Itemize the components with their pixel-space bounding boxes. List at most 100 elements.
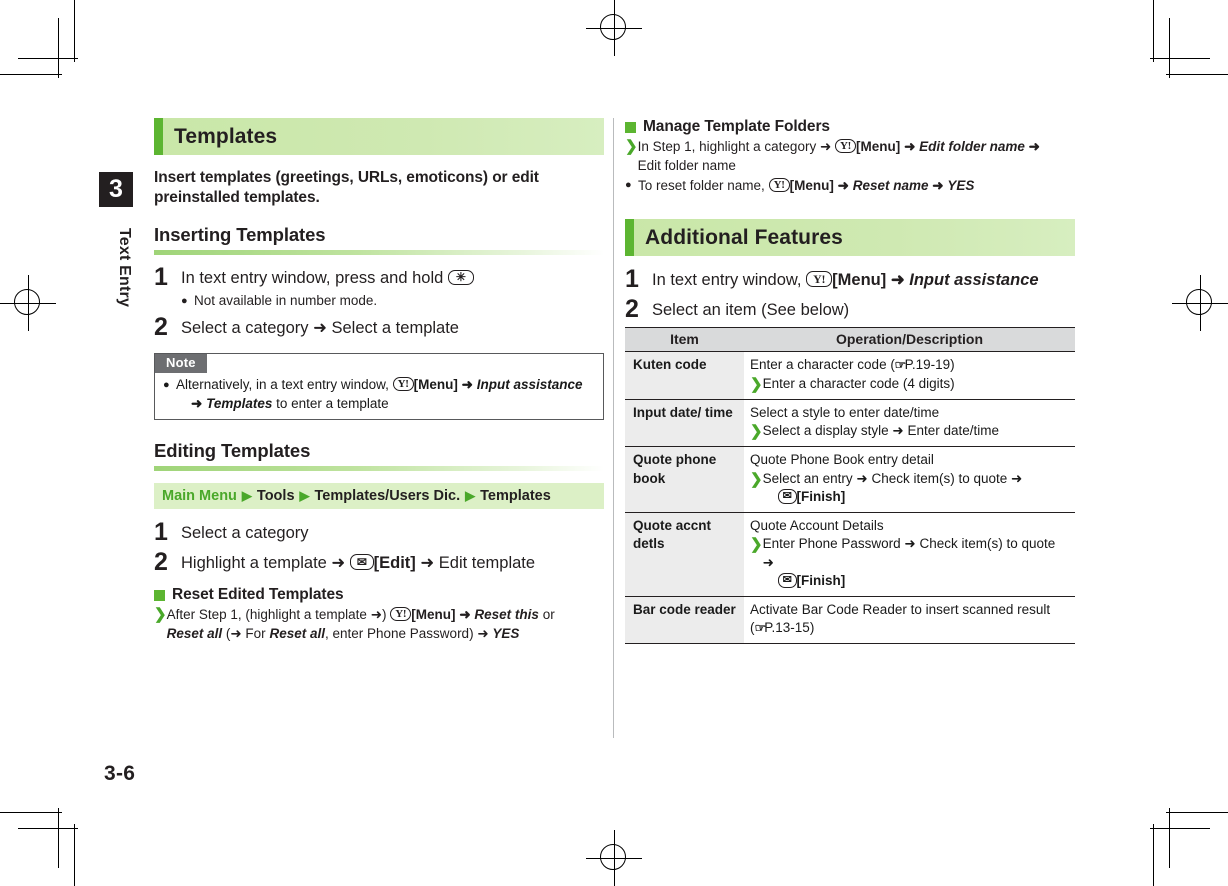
page-number: 3-6 <box>104 762 136 785</box>
table-cell-item: Quote accnt detls <box>625 512 744 597</box>
desc-line2: Enter a character code (4 digits) <box>762 375 955 391</box>
bullet-icon: ● <box>181 295 188 307</box>
note-line2-b: to enter a template <box>276 395 389 411</box>
finish-softkey-label: [Finish] <box>796 573 846 588</box>
additional-features-table: Item Operation/Description Kuten code En… <box>625 327 1075 644</box>
arrow-icon: ➜ <box>191 395 203 411</box>
chevron-marker-icon: ❯ <box>750 470 763 488</box>
chevron-marker-icon: ❯ <box>750 375 763 393</box>
reference-icon: ☞ <box>894 358 906 372</box>
section-lead-text: Insert templates (greetings, URLs, emoti… <box>154 169 539 206</box>
table-cell-desc: Quote Account Details ❯ Enter Phone Pass… <box>744 512 1075 597</box>
table-row: Input date/ time Select a style to enter… <box>625 399 1075 447</box>
step-number: 2 <box>154 548 168 576</box>
desc-line1: Quote Account Details <box>750 517 884 533</box>
step-subnote-text: Not available in number mode. <box>194 293 378 308</box>
table-header-row: Item Operation/Description <box>625 327 1075 352</box>
registration-mark-top <box>586 0 642 56</box>
menu-path-root: Main Menu <box>162 488 237 504</box>
subheading-label: Reset Edited Templates <box>172 586 344 603</box>
note-box: Note ● Alternatively, in a text entry wi… <box>154 353 604 420</box>
yahoo-menu-key-icon: Y! <box>390 607 412 621</box>
table-cell-item: Kuten code <box>625 351 744 400</box>
section-title: Templates <box>174 124 278 148</box>
bullet-icon: ● <box>163 379 170 391</box>
note-text: Alternatively, in a text entry window, Y… <box>176 376 595 413</box>
mail-key-icon: ✉ <box>777 573 797 588</box>
subheading-label: Manage Template Folders <box>643 118 830 135</box>
reset-name-option: Reset name <box>852 178 929 193</box>
section-header-additional-features: Additional Features <box>625 219 1075 256</box>
yahoo-menu-key-icon: Y! <box>392 377 414 391</box>
right-column: Manage Template Folders ❯ In Step 1, hig… <box>625 118 1075 644</box>
heading-rule <box>154 466 604 471</box>
yahoo-menu-key-icon: Y! <box>768 178 790 192</box>
step-number: 2 <box>154 313 168 341</box>
note-input-assistance: Input assistance <box>476 377 583 392</box>
step-text-a: Highlight a template ➜ <box>181 554 346 572</box>
table-row: Kuten code Enter a character code (☞P.19… <box>625 351 1075 400</box>
desc-line2-wrap: Enter Phone Password ➜ Check item(s) to … <box>763 535 1069 591</box>
desc-line2: Select an entry ➜ Check item(s) to quote… <box>762 470 1023 486</box>
menu-path-segment-1: Templates/Users Dic. <box>314 488 461 504</box>
section-title: Additional Features <box>645 225 843 249</box>
desc-line1-end: ) <box>950 357 955 372</box>
chevron-marker-icon: ❯ <box>154 606 167 623</box>
input-assistance-option: Input assistance <box>909 271 1039 289</box>
step-text-label: In text entry window, press and hold <box>181 269 444 287</box>
reset-all-option: Reset all <box>166 626 223 641</box>
arrow-icon: ➜ <box>837 178 849 193</box>
manage-folders-procedure: ❯ In Step 1, highlight a category ➜ Y! [M… <box>625 137 1075 175</box>
finish-softkey-label: [Finish] <box>796 489 846 504</box>
reset-line2-b: (➜ For <box>225 626 266 641</box>
arrow-icon: ➜ <box>459 607 471 622</box>
step-1-editing: 1 Select a category <box>154 518 604 546</box>
reset-all-option-2: Reset all <box>269 626 325 641</box>
edit-softkey-label: [Edit] <box>373 554 416 572</box>
desc-line2-wrap: Select an entry ➜ Check item(s) to quote… <box>762 470 1023 507</box>
table-header-item: Item <box>625 327 744 352</box>
manage-folders-note-text: To reset folder name, Y! [Menu] ➜ Reset n… <box>638 176 974 195</box>
green-square-icon <box>154 589 165 601</box>
note-body: ● Alternatively, in a text entry window,… <box>155 373 603 413</box>
desc-line1: Select a style to enter date/time <box>750 404 940 420</box>
arrow-icon: ➜ <box>890 271 905 289</box>
af-step1-a: In text entry window, <box>652 271 802 289</box>
chevron-marker-icon: ❯ <box>750 536 763 553</box>
green-square-icon <box>625 121 636 133</box>
chapter-label: Text Entry <box>116 228 133 308</box>
note-line1-a: Alternatively, in a text entry window, <box>176 377 389 392</box>
subheading-reset-edited-templates: Reset Edited Templates <box>154 586 604 604</box>
step-text: Select an item (See below) <box>652 301 850 319</box>
table-cell-desc: Activate Bar Code Reader to insert scann… <box>744 596 1075 644</box>
table-cell-item: Bar code reader <box>625 596 744 644</box>
chevron-marker-icon: ❯ <box>750 423 763 440</box>
page-reference: P.13-15 <box>764 620 810 635</box>
reset-line1-a: After Step 1, (highlight a template ➜) <box>166 607 387 622</box>
subsection-heading-inserting: Inserting Templates <box>154 224 326 245</box>
yes-option: YES <box>492 626 520 641</box>
step-text: In text entry window, press and hold ✳ <box>181 267 474 290</box>
menu-softkey-label: [Menu] <box>411 607 456 622</box>
desc-line2: Select a display style ➜ Enter date/time <box>762 423 999 438</box>
manage-folders-text: In Step 1, highlight a category ➜ Y! [Men… <box>638 137 1040 175</box>
step-2-inserting: 2 Select a category ➜ Select a template <box>154 313 604 341</box>
menu-path-segment-2: Templates <box>480 488 551 504</box>
step-text: Select a category <box>181 524 309 542</box>
mail-key-icon: ✉ <box>777 489 797 504</box>
registration-mark-right <box>1172 275 1228 331</box>
desc-line1: Quote Phone Book entry detail <box>750 452 934 467</box>
reference-icon: ☞ <box>754 621 766 635</box>
mf-line2: Edit folder name <box>637 158 736 173</box>
arrow-icon: ➜ <box>904 139 916 154</box>
desc-line2-b: ) <box>809 620 815 635</box>
step-1-additional: 1 In text entry window, Y! [Menu] ➜ Input… <box>625 267 1075 292</box>
step-text-c: ➜ Edit template <box>420 554 536 572</box>
step-number: 1 <box>154 518 168 546</box>
reset-procedure-text: After Step 1, (highlight a template ➜) Y… <box>167 605 555 643</box>
column-divider <box>613 118 615 738</box>
mail-key-icon: ✉ <box>349 554 374 570</box>
subheading-manage-template-folders: Manage Template Folders <box>625 118 1075 136</box>
star-key-icon: ✳ <box>447 270 474 285</box>
page-reference: P.19-19 <box>904 357 951 372</box>
